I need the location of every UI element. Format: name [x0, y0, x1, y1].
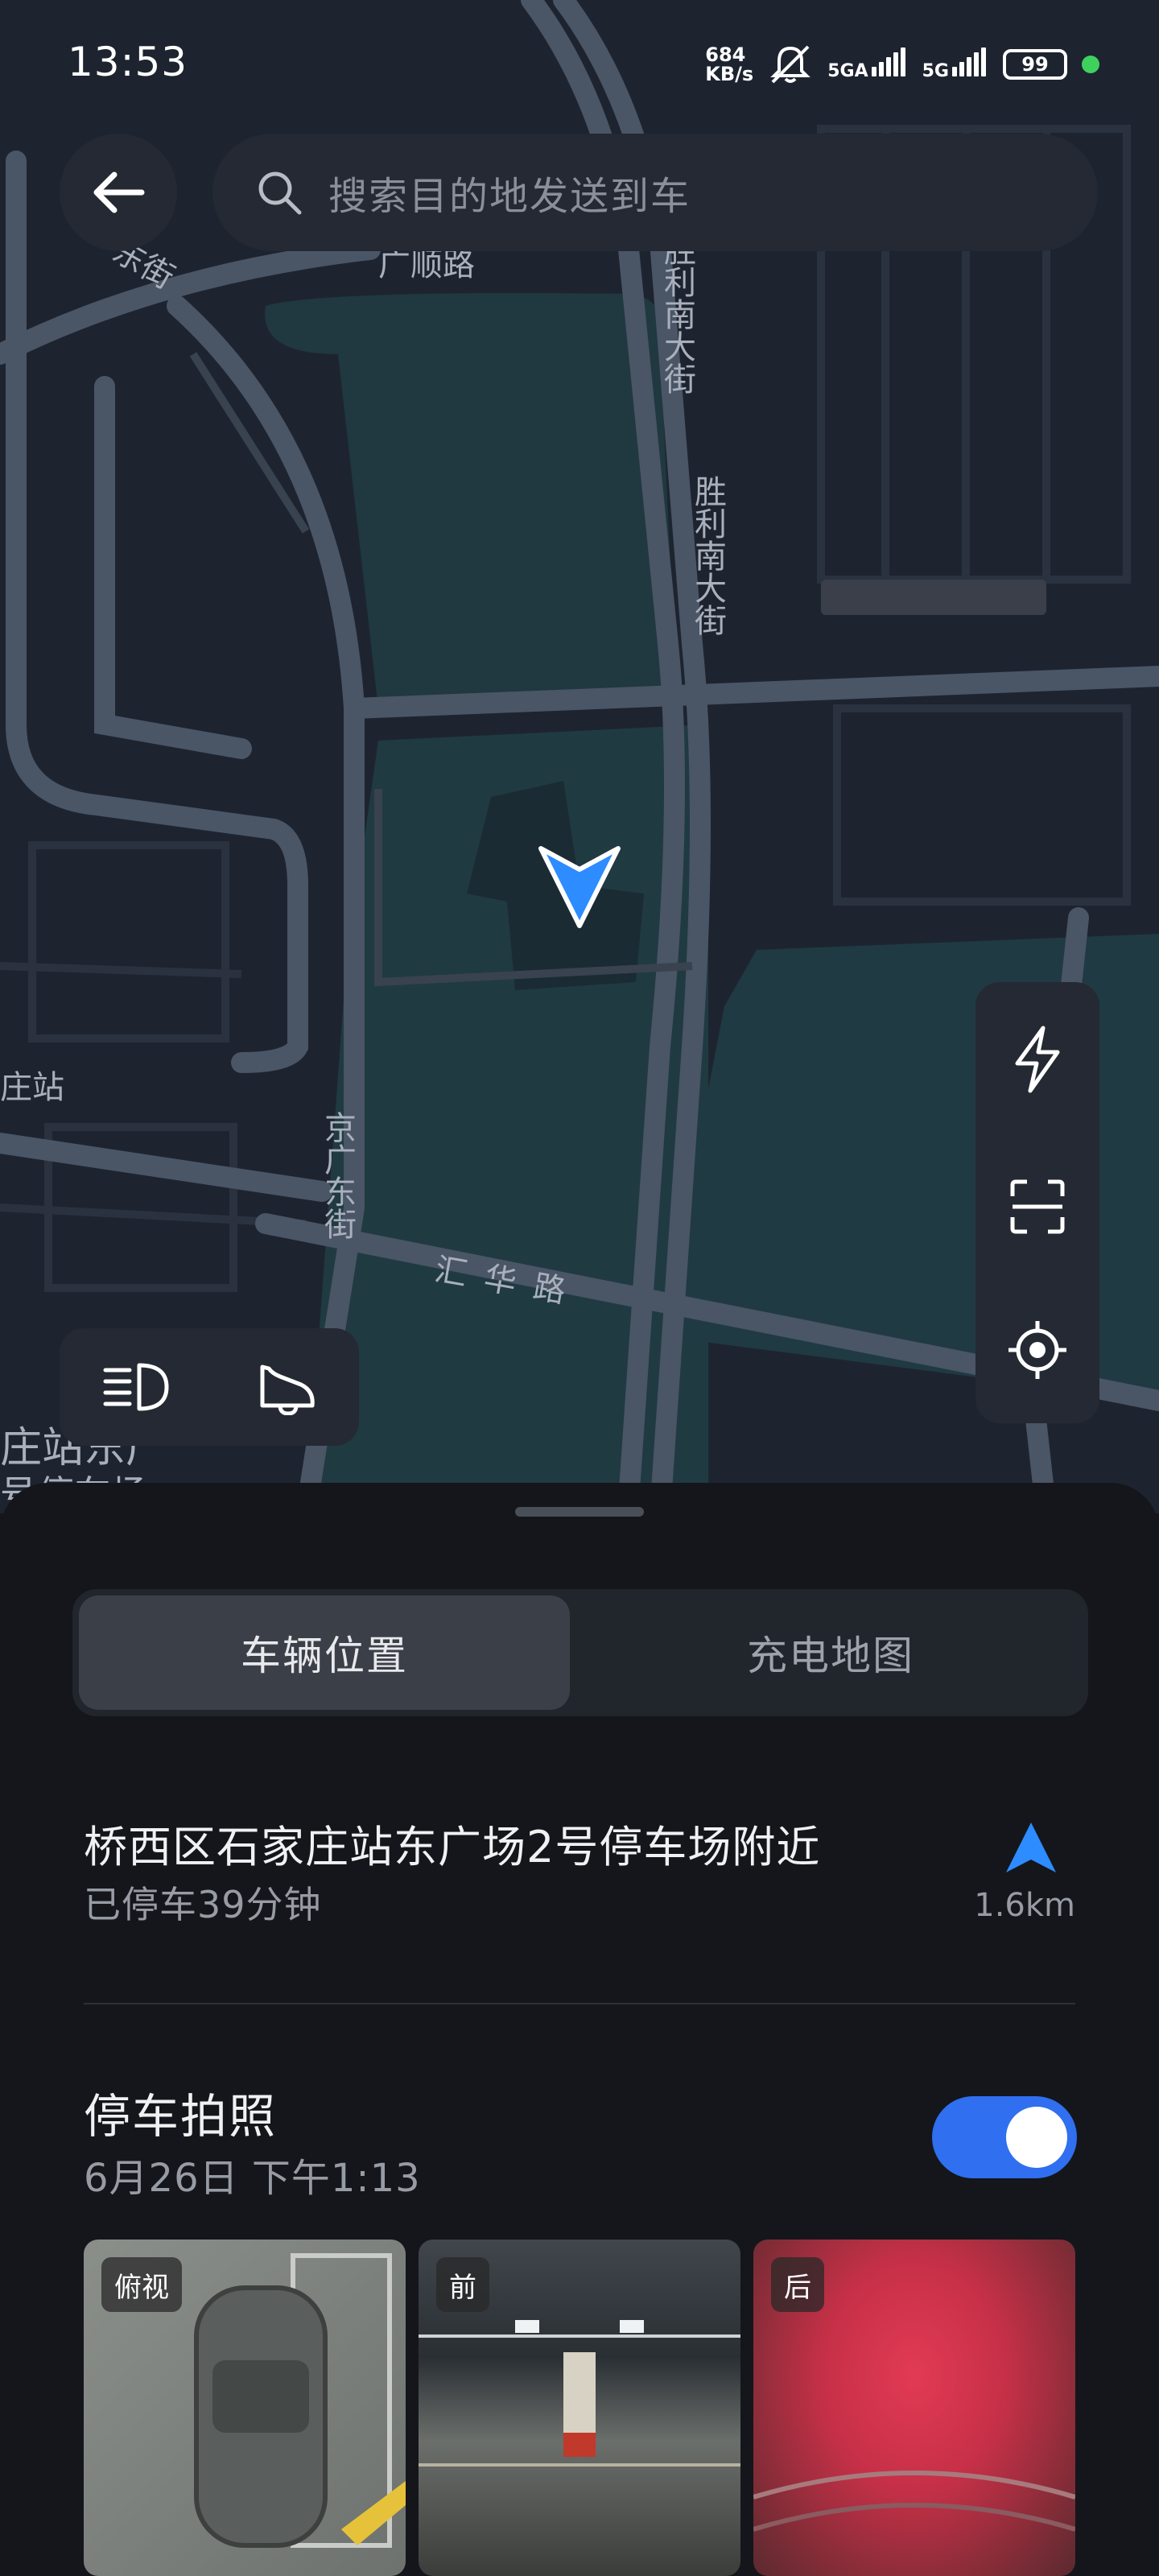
- map-label-station: 庄站: [0, 1069, 64, 1106]
- headlight-icon[interactable]: [102, 1360, 171, 1414]
- sim2-label: 5G: [922, 61, 949, 81]
- network-speed-value: 684: [705, 43, 746, 66]
- thumb-label: 俯视: [101, 2257, 182, 2312]
- battery-level: 99: [1021, 53, 1049, 76]
- mute-icon: [770, 45, 811, 84]
- parked-duration: 已停车39分钟: [84, 1883, 322, 1926]
- scan-icon[interactable]: [1009, 1179, 1066, 1235]
- view-tabs: 车辆位置 充电地图: [72, 1589, 1088, 1716]
- parking-photo-date: 6月26日 下午1:13: [84, 2156, 421, 2201]
- lightning-icon[interactable]: [1011, 1025, 1064, 1094]
- destination-search-bar[interactable]: 搜索目的地发送到车: [212, 134, 1098, 251]
- network-speed-unit: KB/s: [705, 63, 754, 85]
- thumb-label: 后: [771, 2257, 824, 2312]
- map-label-road: 胜利南大街: [689, 475, 726, 636]
- signal-bars-icon: [871, 47, 908, 81]
- back-button[interactable]: [60, 134, 177, 251]
- tab-charging-map[interactable]: 充电地图: [580, 1596, 1082, 1710]
- vehicle-location-address: 桥西区石家庄站东广场2号停车场附近: [84, 1822, 821, 1872]
- bottom-sheet: 车辆位置 充电地图 桥西区石家庄站东广场2号停车场附近 已停车39分钟 1.6k…: [0, 1483, 1159, 2576]
- navigate-icon[interactable]: [1003, 1819, 1059, 1876]
- toggle-knob: [1006, 2107, 1067, 2168]
- signal-sim2: 5G: [922, 47, 988, 81]
- distance-label: 1.6km: [974, 1887, 1075, 1924]
- tab-vehicle-location[interactable]: 车辆位置: [79, 1596, 570, 1710]
- locate-icon[interactable]: [1007, 1319, 1068, 1381]
- battery-icon: 99: [1003, 49, 1067, 80]
- sheet-drag-handle[interactable]: [515, 1507, 644, 1517]
- vehicle-quick-controls: [60, 1328, 359, 1446]
- search-placeholder: 搜索目的地发送到车: [328, 174, 691, 219]
- map-label-road: 胜利南大街: [658, 233, 695, 394]
- parking-photo-toggle[interactable]: [932, 2096, 1077, 2178]
- map-label-road: 京广东街: [319, 1111, 356, 1240]
- thumb-label: 前: [436, 2257, 489, 2312]
- photo-thumb-front[interactable]: 前: [419, 2240, 740, 2576]
- map-controls-panel: [975, 982, 1099, 1423]
- signal-sim1: 5GA: [827, 47, 907, 81]
- status-time: 13:53: [68, 39, 188, 85]
- sim1-label: 5GA: [827, 61, 868, 81]
- signal-bars-icon: [952, 47, 988, 81]
- section-divider: [84, 2003, 1075, 2004]
- search-icon: [258, 171, 302, 215]
- photo-thumb-rear[interactable]: 后: [753, 2240, 1075, 2576]
- status-bar: 13:53 684 KB/s 5GA 5G 99: [0, 0, 1159, 129]
- photo-thumb-top-view[interactable]: 俯视: [84, 2240, 406, 2576]
- back-arrow-icon: [93, 171, 145, 213]
- network-speed: 684 KB/s: [705, 45, 753, 84]
- parking-photo-title: 停车拍照: [84, 2089, 278, 2144]
- privacy-indicator-dot: [1082, 56, 1099, 73]
- status-icons: 684 KB/s 5GA 5G 99: [705, 40, 1099, 89]
- horn-icon[interactable]: [256, 1359, 317, 1415]
